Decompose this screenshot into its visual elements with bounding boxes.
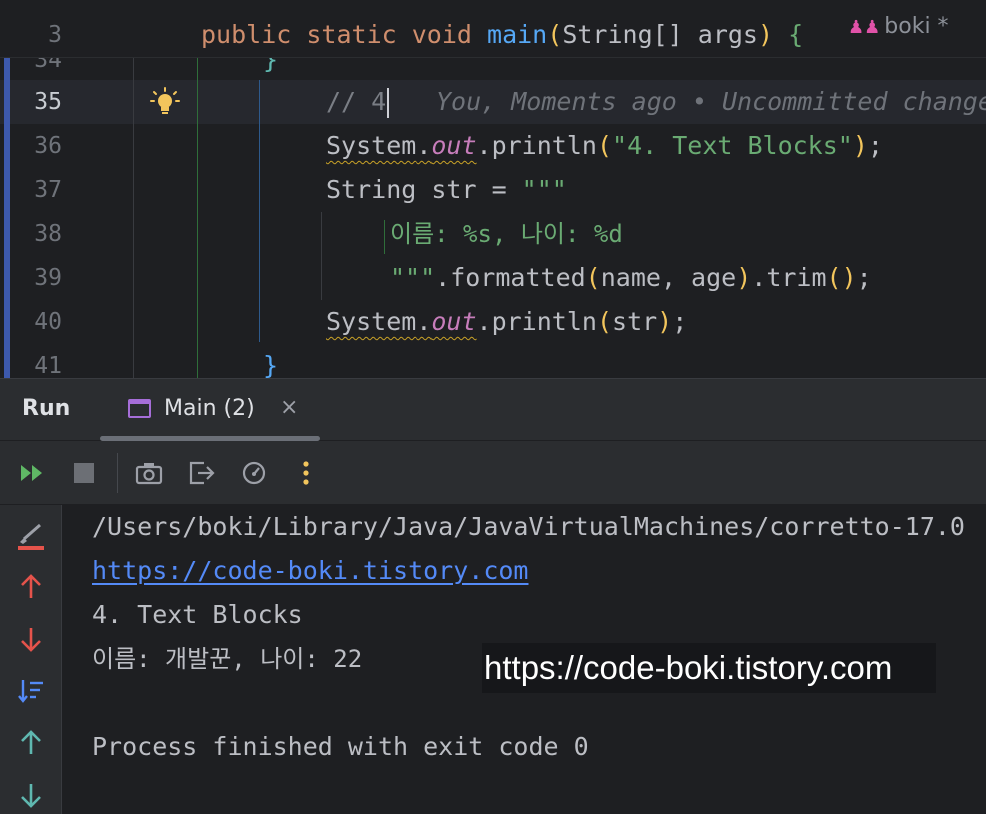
code-line[interactable]: 39 """.formatted(name, age).trim(); bbox=[0, 256, 986, 300]
code-text[interactable]: String str = """ bbox=[326, 168, 567, 212]
scroll-down-icon[interactable] bbox=[15, 779, 47, 811]
sort-icon[interactable] bbox=[15, 675, 47, 707]
console-link[interactable]: https://code-boki.tistory.com bbox=[92, 549, 529, 593]
camera-icon[interactable] bbox=[133, 457, 165, 489]
code-text[interactable]: System.out.println("4. Text Blocks"); bbox=[326, 124, 883, 168]
git-blame-hint[interactable]: You, Moments ago • Uncommitted changes bbox=[436, 80, 986, 124]
watermark: https://code-boki.tistory.com bbox=[482, 643, 936, 693]
sticky-scroll-header[interactable]: 3 public static void main(String[] args)… bbox=[0, 0, 986, 58]
code-text[interactable]: """.formatted(name, age).trim(); bbox=[390, 256, 872, 300]
toolbar-separator bbox=[117, 453, 118, 493]
run-toolbar bbox=[0, 441, 986, 505]
code-author-hint[interactable]: ♟♟ boki * bbox=[848, 14, 949, 39]
code-line[interactable]: 36 System.out.println("4. Text Blocks"); bbox=[0, 124, 986, 168]
more-icon[interactable] bbox=[290, 457, 322, 489]
console-line: 이름: 개발꾼, 나이: 22 bbox=[92, 645, 363, 673]
tab-label: Main (2) bbox=[164, 396, 255, 421]
code-line[interactable]: 37 String str = """ bbox=[0, 168, 986, 212]
code-editor[interactable]: 3 public static void main(String[] args)… bbox=[0, 0, 986, 378]
console-line: Process finished with exit code 0 bbox=[92, 732, 589, 761]
line-number: 3 bbox=[48, 22, 62, 48]
code-text[interactable]: public static void main(String[] args) { bbox=[201, 13, 803, 57]
down-arrow-icon[interactable] bbox=[15, 623, 47, 655]
run-tab-bar: Run Main (2) × bbox=[0, 379, 986, 441]
console-line: 4. Text Blocks bbox=[92, 600, 303, 629]
text-caret bbox=[387, 88, 390, 118]
people-icon: ♟♟ bbox=[848, 17, 881, 38]
code-text[interactable]: 이름: %s, 나이: %d bbox=[390, 212, 623, 256]
run-tool-window[interactable]: Run Main (2) × /Users/boki/Library/Java/… bbox=[0, 378, 986, 814]
vcs-change-marker[interactable] bbox=[4, 58, 10, 378]
run-panel-title: Run bbox=[22, 396, 71, 421]
console-side-toolbar bbox=[0, 505, 62, 814]
code-line[interactable]: 41 } bbox=[0, 344, 986, 378]
code-comment[interactable]: // 4 bbox=[326, 80, 390, 124]
gauge-icon[interactable] bbox=[238, 457, 270, 489]
window-icon bbox=[128, 399, 151, 418]
scroll-up-icon[interactable] bbox=[15, 727, 47, 759]
rerun-icon[interactable] bbox=[16, 457, 48, 489]
up-arrow-icon[interactable] bbox=[15, 571, 47, 603]
code-line[interactable]: 38 이름: %s, 나이: %d bbox=[0, 212, 986, 256]
stop-icon[interactable] bbox=[68, 457, 100, 489]
console-line: /Users/boki/Library/Java/JavaVirtualMach… bbox=[92, 512, 965, 541]
lightbulb-icon[interactable] bbox=[150, 87, 180, 117]
code-text[interactable]: System.out.println(str); bbox=[326, 300, 687, 344]
clear-icon[interactable] bbox=[15, 519, 47, 551]
code-line[interactable]: 40 System.out.println(str); bbox=[0, 300, 986, 344]
tab-main-2[interactable]: Main (2) × bbox=[100, 379, 320, 441]
close-icon[interactable]: × bbox=[280, 395, 298, 420]
code-text[interactable]: } bbox=[263, 344, 278, 378]
code-line[interactable]: 3 public static void main(String[] args)… bbox=[0, 13, 986, 57]
exit-icon[interactable] bbox=[186, 457, 218, 489]
